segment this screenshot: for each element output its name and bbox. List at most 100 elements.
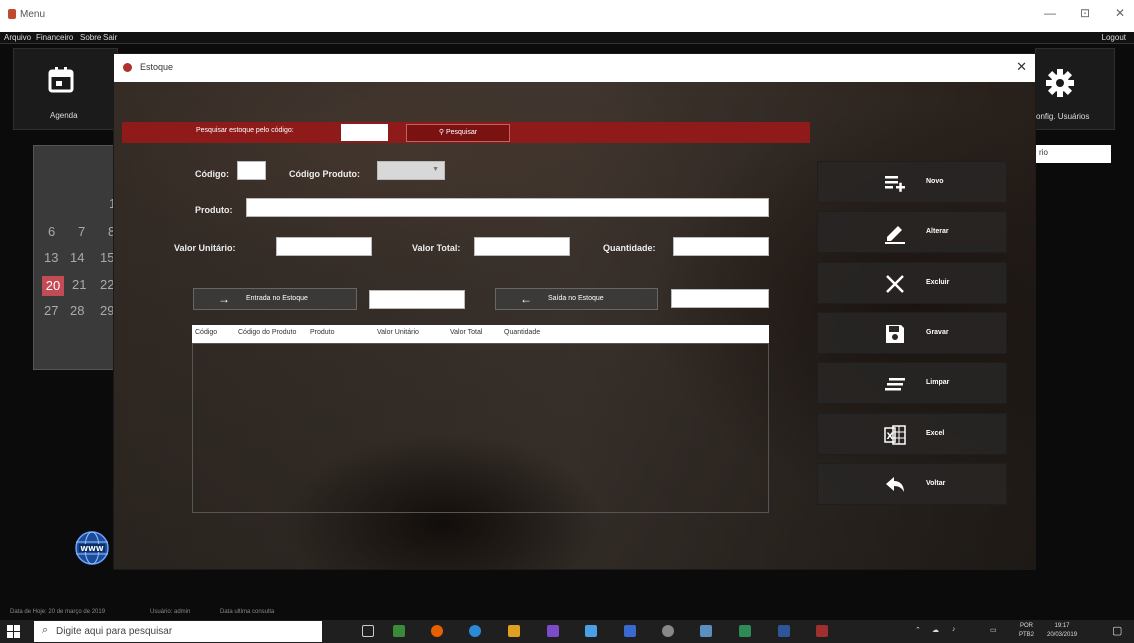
tray-chevron-icon[interactable]: ⌃ <box>915 626 921 634</box>
app-icon[interactable] <box>624 625 636 637</box>
close-window-button[interactable]: ✕ <box>1115 6 1125 20</box>
chevron-down-icon: ▼ <box>432 166 439 173</box>
codigo-input[interactable] <box>237 161 266 180</box>
notifications-icon[interactable]: ▢ <box>1112 624 1122 637</box>
app-icon[interactable] <box>393 625 405 637</box>
column-header[interactable]: Produto <box>310 329 335 336</box>
app-icon[interactable] <box>585 625 597 637</box>
grid-header: Código Código do Produto Produto Valor U… <box>192 325 769 343</box>
task-view-icon[interactable] <box>362 625 374 637</box>
save-icon <box>886 325 904 343</box>
volume-icon[interactable]: ♪ <box>952 626 956 633</box>
globe-www-icon[interactable]: WWW <box>74 530 110 566</box>
codigo-produto-select[interactable]: ▼ <box>377 161 445 180</box>
background-input[interactable]: rio <box>1035 145 1111 163</box>
saida-estoque-button[interactable]: ← Saída no Estoque <box>495 288 658 310</box>
language-sub: PTB2 <box>1019 632 1035 638</box>
excel-label: Excel <box>926 430 945 437</box>
pencil-icon <box>885 226 905 244</box>
taskbar-search-box[interactable]: ⌕ Digite aqui para pesquisar <box>34 621 322 642</box>
voltar-label: Voltar <box>926 480 946 487</box>
menu-arquivo[interactable]: Arquivo <box>4 32 31 44</box>
app-logo-icon <box>8 9 16 19</box>
clock-time: 19:17 <box>1054 623 1070 629</box>
gravar-button[interactable]: Gravar <box>817 312 1007 354</box>
valor-total-input[interactable] <box>474 237 570 256</box>
main-titlebar: Menu — ⊡ ✕ <box>0 0 1134 32</box>
search-code-input[interactable] <box>341 124 388 141</box>
produto-input[interactable] <box>246 198 769 217</box>
novo-label: Novo <box>926 178 944 185</box>
calendar-day[interactable]: 7 <box>78 224 85 239</box>
status-last-query: Data ultima consulta <box>220 609 275 615</box>
calendar-today[interactable]: 20 <box>42 276 64 296</box>
taskbar-clock[interactable]: 19:17 20/03/2019 <box>1047 622 1077 640</box>
dialog-close-button[interactable]: ✕ <box>1016 59 1027 75</box>
quantidade-input[interactable] <box>673 237 769 256</box>
language-code: POR <box>1020 623 1034 629</box>
config-users-tile[interactable]: onfig. Usuários <box>1035 48 1115 130</box>
minimize-button[interactable]: — <box>1044 6 1056 20</box>
column-header[interactable]: Código do Produto <box>238 329 296 336</box>
word-icon[interactable] <box>778 625 790 637</box>
menu-sair[interactable]: Sair <box>103 32 117 44</box>
entrada-quantity-input[interactable] <box>369 290 465 309</box>
app-icon[interactable] <box>662 625 674 637</box>
taskbar: ⌕ Digite aqui para pesquisar ⌃ ☁ ♪ ▭ POR… <box>0 620 1134 643</box>
calendar-widget[interactable]: 1 6 7 8 13 14 15 20 21 22 27 28 29 <box>33 145 123 370</box>
svg-text:X: X <box>887 432 894 442</box>
calendar-day[interactable]: 28 <box>70 303 84 318</box>
search-button[interactable]: ⚲ Pesquisar <box>406 124 510 142</box>
cloud-icon[interactable]: ☁ <box>932 626 939 634</box>
app-icon[interactable] <box>816 625 828 637</box>
back-arrow-icon <box>886 477 904 492</box>
chrome-icon[interactable] <box>469 625 481 637</box>
calendar-day[interactable]: 6 <box>48 224 55 239</box>
entrada-estoque-button[interactable]: → Entrada no Estoque <box>193 288 357 310</box>
calendar-day[interactable]: 21 <box>72 277 86 292</box>
calendar-day[interactable]: 14 <box>70 250 84 265</box>
arrow-left-icon: ← <box>520 292 532 306</box>
limpar-button[interactable]: Limpar <box>817 362 1007 404</box>
magnifier-icon: ⚲ <box>438 129 445 136</box>
visual-studio-icon[interactable] <box>547 625 559 637</box>
windows-start-icon[interactable] <box>7 625 20 638</box>
saida-quantity-input[interactable] <box>671 289 769 308</box>
app-icon[interactable] <box>700 625 712 637</box>
column-header[interactable]: Valor Unitário <box>377 329 419 336</box>
entrada-estoque-label: Entrada no Estoque <box>246 295 308 302</box>
firefox-icon[interactable] <box>431 625 443 637</box>
clock-date: 20/03/2019 <box>1047 632 1078 638</box>
quantidade-label: Quantidade: <box>603 243 656 253</box>
action-panel: Novo Alterar Excluir Gravar Limpar X Exc… <box>817 161 1007 506</box>
column-header[interactable]: Código <box>195 329 217 336</box>
novo-button[interactable]: Novo <box>817 161 1007 203</box>
app-icon[interactable] <box>508 625 520 637</box>
alterar-button[interactable]: Alterar <box>817 211 1007 253</box>
app-title: Menu <box>20 9 46 20</box>
network-icon[interactable]: ▭ <box>990 626 997 634</box>
menu-sobre[interactable]: Sobre <box>80 32 101 44</box>
app-icon[interactable] <box>739 625 751 637</box>
valor-unitario-input[interactable] <box>276 237 372 256</box>
gear-icon <box>1046 69 1074 97</box>
voltar-button[interactable]: Voltar <box>817 463 1007 505</box>
language-indicator[interactable]: POR PTB2 <box>1019 622 1034 640</box>
codigo-produto-label: Código Produto: <box>289 169 360 179</box>
agenda-tile[interactable]: Agenda <box>13 48 118 130</box>
calendar-day[interactable]: 27 <box>44 303 58 318</box>
logout-link[interactable]: Logout <box>1102 32 1126 44</box>
data-grid[interactable] <box>192 343 769 513</box>
valor-unitario-label: Valor Unitário: <box>174 243 236 253</box>
calendar-day[interactable]: 13 <box>44 250 58 265</box>
excluir-button[interactable]: Excluir <box>817 262 1007 304</box>
menu-financeiro[interactable]: Financeiro <box>36 32 73 44</box>
excluir-label: Excluir <box>926 279 950 286</box>
svg-text:WWW: WWW <box>80 545 103 553</box>
excel-button[interactable]: X Excel <box>817 413 1007 455</box>
column-header[interactable]: Valor Total <box>450 329 482 336</box>
column-header[interactable]: Quantidade <box>504 329 540 336</box>
produto-label: Produto: <box>195 205 233 215</box>
maximize-button[interactable]: ⊡ <box>1080 6 1090 20</box>
search-button-label: Pesquisar <box>445 129 478 136</box>
